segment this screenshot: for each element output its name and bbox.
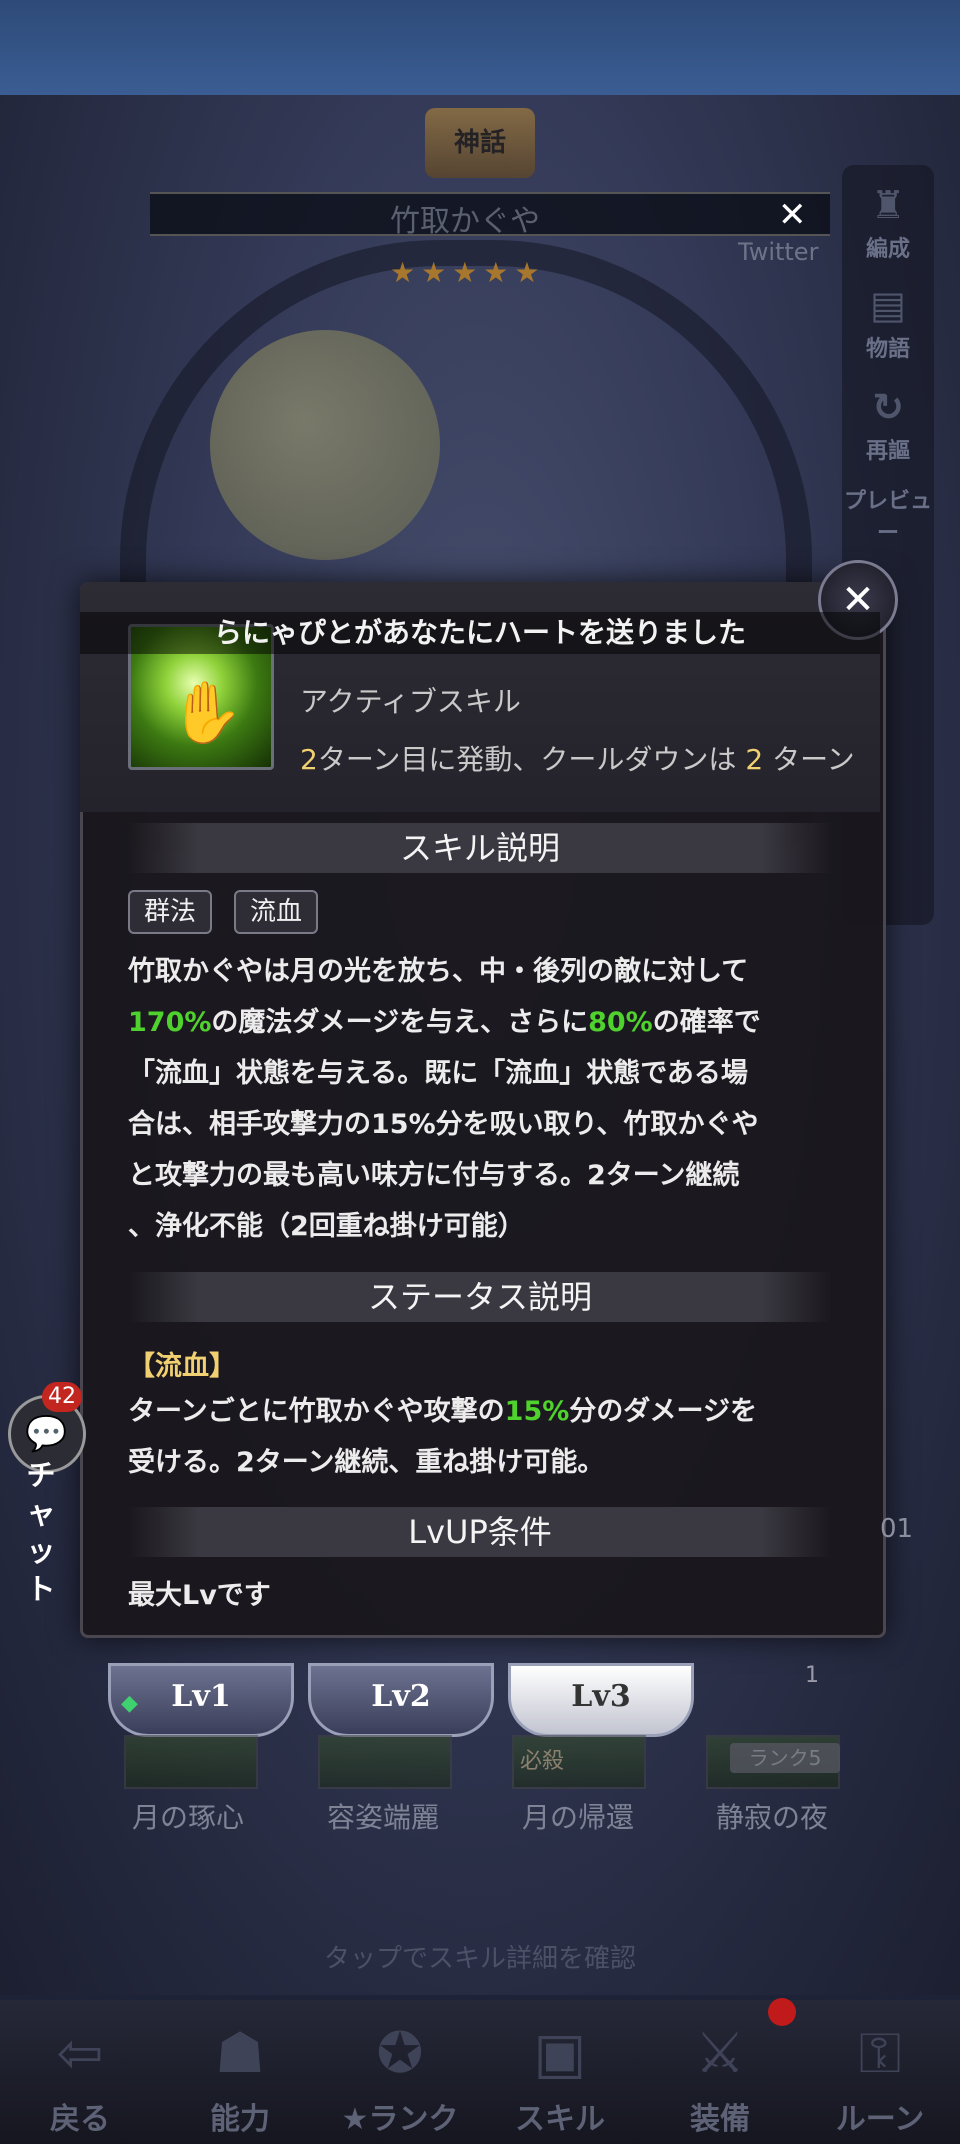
- skill-trigger: 2ターン目に発動、クールダウンは 2 ターン: [300, 743, 855, 776]
- level-tab-2[interactable]: Lv2: [308, 1663, 494, 1737]
- chat-unread-badge: 42: [42, 1382, 82, 1412]
- back-icon: ⇦: [56, 2021, 104, 2086]
- ability-icon: ☗: [214, 2021, 266, 2086]
- status-name: 【流血】: [128, 1351, 236, 1382]
- side-item-preview[interactable]: プレビュー: [842, 483, 934, 547]
- nav-equipment[interactable]: ⚔ 装備: [640, 2014, 800, 2142]
- rune-icon: ⚿: [858, 2021, 902, 2086]
- nav-back[interactable]: ⇦ 戻る: [0, 2014, 160, 2142]
- chat-label[interactable]: チャット: [14, 1456, 68, 1608]
- skill-name[interactable]: 容姿端麗: [283, 1796, 483, 1836]
- rank-chip: ランク5: [730, 1743, 840, 1773]
- heart-notification: らにゃぴとがあなたにハートを送りました: [80, 612, 880, 654]
- star-rating: ★★★★★: [390, 256, 546, 289]
- side-item-formation[interactable]: ♜ 編成: [842, 183, 934, 263]
- skill-thumbnail[interactable]: [318, 1735, 452, 1789]
- twitter-label[interactable]: Twitter: [738, 238, 818, 266]
- nav-ability[interactable]: ☗ 能力: [160, 2014, 320, 2142]
- replay-icon: ↻: [872, 385, 904, 429]
- hand-icon: ✋: [169, 678, 244, 748]
- side-number: 01: [880, 1514, 914, 1544]
- section-lvup-conditions: LvUP条件: [128, 1507, 832, 1557]
- sky-background: [0, 0, 960, 95]
- chat-bubble-icon: 💬: [25, 1414, 68, 1454]
- background-moon: [210, 330, 440, 560]
- formation-icon: ♜: [870, 183, 906, 227]
- section-status-description: ステータス説明: [128, 1272, 832, 1322]
- skill-type: アクティブスキル: [300, 685, 521, 718]
- section-skill-description: スキル説明: [128, 823, 832, 873]
- nav-skill[interactable]: ▣ スキル: [480, 2014, 640, 2142]
- level-tab-3[interactable]: Lv3: [508, 1663, 694, 1737]
- skill-name[interactable]: 月の琢心: [88, 1796, 288, 1836]
- skill-tag: 群法: [128, 890, 213, 934]
- lvup-condition: 最大Lvです: [128, 1580, 271, 1611]
- nav-rank[interactable]: ✪ ★ランク: [320, 2014, 480, 2142]
- skill-book-icon: ▣: [533, 2021, 587, 2086]
- skill-count: 1: [805, 1663, 819, 1688]
- side-item-story[interactable]: ▤ 物語: [842, 283, 934, 363]
- side-item-replay[interactable]: ↻ 再謳: [842, 385, 934, 465]
- level-tab-1[interactable]: ◆ Lv1: [108, 1663, 294, 1737]
- gem-icon: ◆: [121, 1690, 138, 1716]
- skill-thumbnail[interactable]: [124, 1735, 258, 1789]
- equipment-icon: ⚔: [694, 2021, 746, 2086]
- rarity-badge: 神話: [425, 108, 535, 178]
- skill-thumbnail[interactable]: 必殺: [512, 1735, 646, 1789]
- story-icon: ▤: [870, 283, 906, 327]
- skill-description: 竹取かぐやは月の光を放ち、中・後列の敵に対して 170%の魔法ダメージを与え、さ…: [128, 956, 761, 1242]
- skill-name[interactable]: 月の帰還: [478, 1796, 678, 1836]
- character-name: 竹取かぐや: [390, 204, 540, 239]
- skill-tag: 流血: [234, 890, 319, 934]
- notification-dot: [768, 1998, 796, 2026]
- nav-rune[interactable]: ⚿ ルーン: [800, 2014, 960, 2142]
- tap-hint: タップでスキル詳細を確認: [323, 1944, 636, 1974]
- ultimate-tag: 必殺: [520, 1749, 565, 1774]
- skill-name[interactable]: 静寂の夜: [672, 1796, 872, 1836]
- status-description: ターンごとに竹取かぐや攻撃の15%分のダメージを 受ける。2ターン継続、重ね掛け…: [128, 1396, 757, 1478]
- rank-icon: ✪: [376, 2021, 424, 2086]
- twitter-share-icon[interactable]: ✕: [778, 195, 807, 235]
